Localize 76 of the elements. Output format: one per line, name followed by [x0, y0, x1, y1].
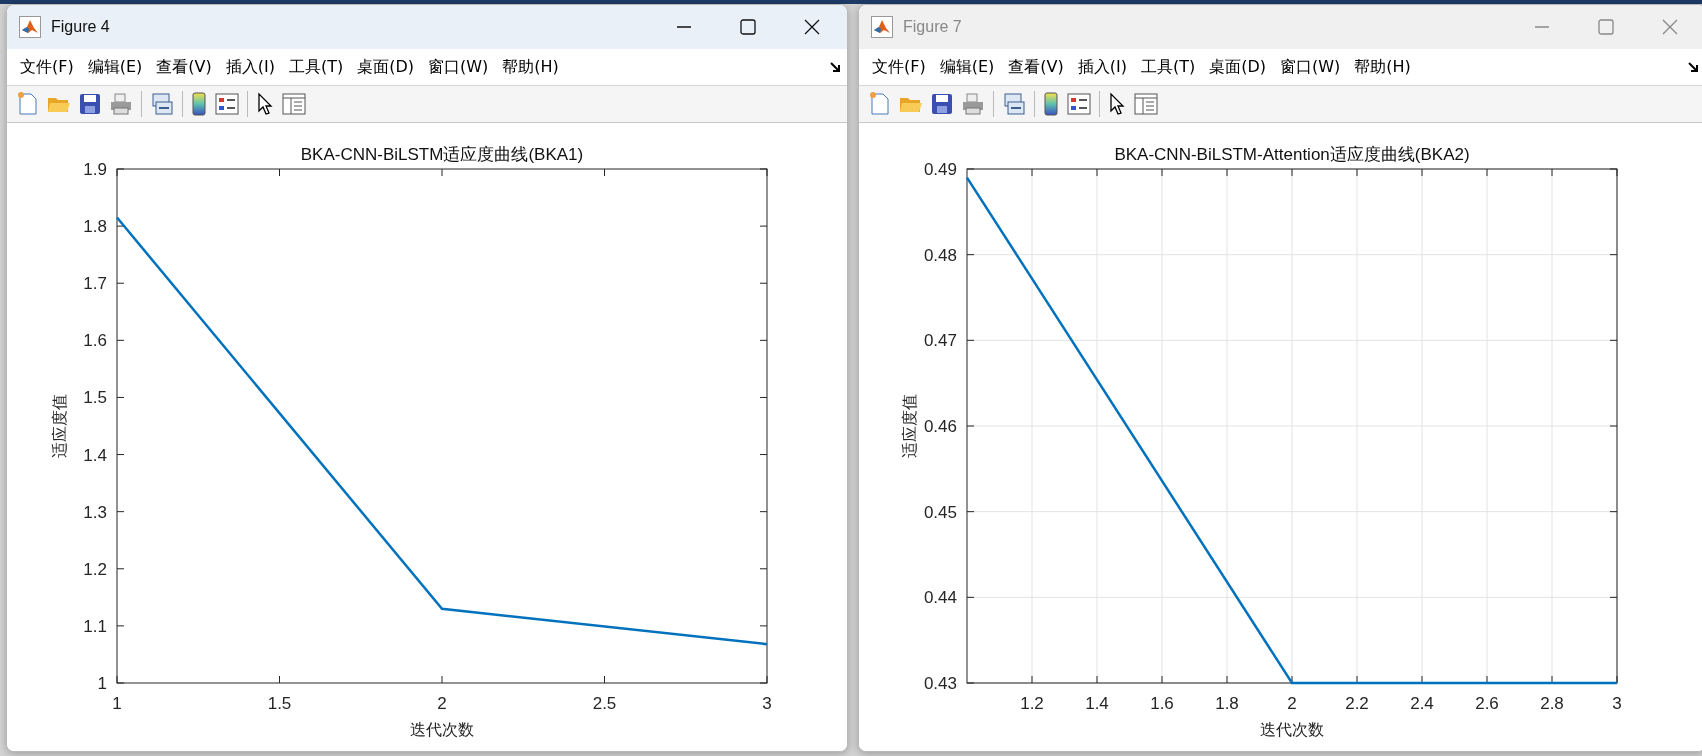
x-axis-label: 迭代次数 [1260, 720, 1324, 739]
y-tick-label: 0.43 [923, 674, 957, 693]
matlab-logo-icon [871, 16, 893, 38]
x-tick-label: 2.6 [1475, 694, 1499, 713]
property-panel-icon[interactable] [1134, 93, 1158, 115]
y-tick-label: 1.3 [83, 502, 107, 522]
x-axis-label: 迭代次数 [410, 720, 474, 739]
y-tick-label: 1.6 [83, 331, 107, 351]
legend-icon[interactable] [215, 93, 239, 115]
save-icon[interactable] [79, 93, 101, 115]
y-tick-label: 0.47 [923, 331, 957, 351]
y-tick-label: 1.5 [83, 388, 107, 408]
x-tick-label: 2.5 [592, 694, 617, 713]
menu-item[interactable]: 窗口(W) [421, 56, 496, 78]
menu-item[interactable]: 插入(I) [218, 56, 282, 78]
y-tick-label: 1.8 [83, 217, 107, 237]
menu-item[interactable]: 查看(V) [1001, 56, 1071, 78]
menu-item[interactable]: 工具(T) [281, 56, 351, 78]
dock-arrow-icon[interactable] [829, 61, 841, 73]
printer-icon[interactable] [109, 93, 133, 115]
x-tick-label: 1.2 [1020, 694, 1044, 713]
pointer-icon[interactable] [1108, 92, 1126, 116]
x-tick-label: 2 [437, 694, 447, 713]
menu-item[interactable]: 文件(F) [865, 56, 933, 78]
window-title: Figure 7 [903, 18, 962, 36]
save-icon[interactable] [931, 93, 953, 115]
chart-title: BKA-CNN-BiLSTM适应度曲线(BKA1) [300, 145, 584, 164]
y-tick-label: 0.45 [923, 502, 957, 522]
x-tick-label: 2.4 [1410, 694, 1434, 713]
linked-figure-icon[interactable] [1002, 92, 1026, 116]
x-tick-label: 1.5 [267, 694, 292, 713]
y-tick-label: 1 [97, 674, 107, 693]
menu-item[interactable]: 文件(F) [13, 56, 81, 78]
y-tick-label: 0.48 [923, 245, 957, 265]
x-tick-label: 1.8 [1215, 694, 1239, 713]
menu-item[interactable]: 工具(T) [1133, 56, 1203, 78]
printer-icon[interactable] [961, 93, 985, 115]
menu-item[interactable]: 编辑(E) [80, 56, 150, 78]
linked-figure-icon[interactable] [150, 92, 174, 116]
x-tick-label: 1.4 [1085, 694, 1109, 713]
x-tick-label: 1.6 [1150, 694, 1174, 713]
y-tick-label: 1.2 [83, 559, 107, 579]
menu-item[interactable]: 查看(V) [149, 56, 219, 78]
y-tick-label: 1.1 [83, 616, 107, 636]
matlab-logo-icon [19, 16, 41, 38]
dock-arrow-icon[interactable] [1687, 61, 1699, 73]
property-panel-icon[interactable] [282, 93, 306, 115]
menu-item[interactable]: 桌面(D) [1202, 56, 1273, 78]
menu-item[interactable]: 帮助(H) [495, 56, 566, 78]
close-icon[interactable] [803, 18, 821, 36]
y-tick-label: 1.7 [83, 274, 107, 294]
x-tick-label: 3 [1612, 694, 1622, 713]
pointer-icon[interactable] [256, 92, 274, 116]
y-tick-label: 0.44 [923, 588, 957, 608]
menu-item[interactable]: 插入(I) [1070, 56, 1134, 78]
y-tick-label: 0.46 [923, 417, 957, 436]
menu-item[interactable]: 编辑(E) [932, 56, 1002, 78]
chart-title: BKA-CNN-BiLSTM-Attention适应度曲线(BKA2) [1114, 145, 1470, 164]
y-tick-label: 1.9 [83, 160, 107, 179]
legend-icon[interactable] [1067, 93, 1091, 115]
menu-item[interactable]: 帮助(H) [1347, 56, 1418, 78]
window-title: Figure 4 [51, 18, 110, 36]
y-tick-label: 1.4 [83, 445, 107, 465]
colorbar-icon[interactable] [1043, 92, 1059, 116]
maximize-icon[interactable] [739, 18, 757, 36]
menu-item[interactable]: 窗口(W) [1273, 56, 1348, 78]
menu-item[interactable]: 桌面(D) [350, 56, 421, 78]
x-tick-label: 2.2 [1345, 694, 1369, 713]
x-tick-label: 2 [1287, 694, 1297, 713]
colorbar-icon[interactable] [191, 92, 207, 116]
x-tick-label: 3 [762, 694, 772, 713]
y-axis-label: 适应度值 [900, 394, 919, 458]
x-tick-label: 2.8 [1540, 694, 1564, 713]
y-tick-label: 0.49 [923, 160, 957, 179]
x-tick-label: 1 [112, 694, 122, 713]
y-axis-label: 适应度值 [50, 394, 69, 458]
